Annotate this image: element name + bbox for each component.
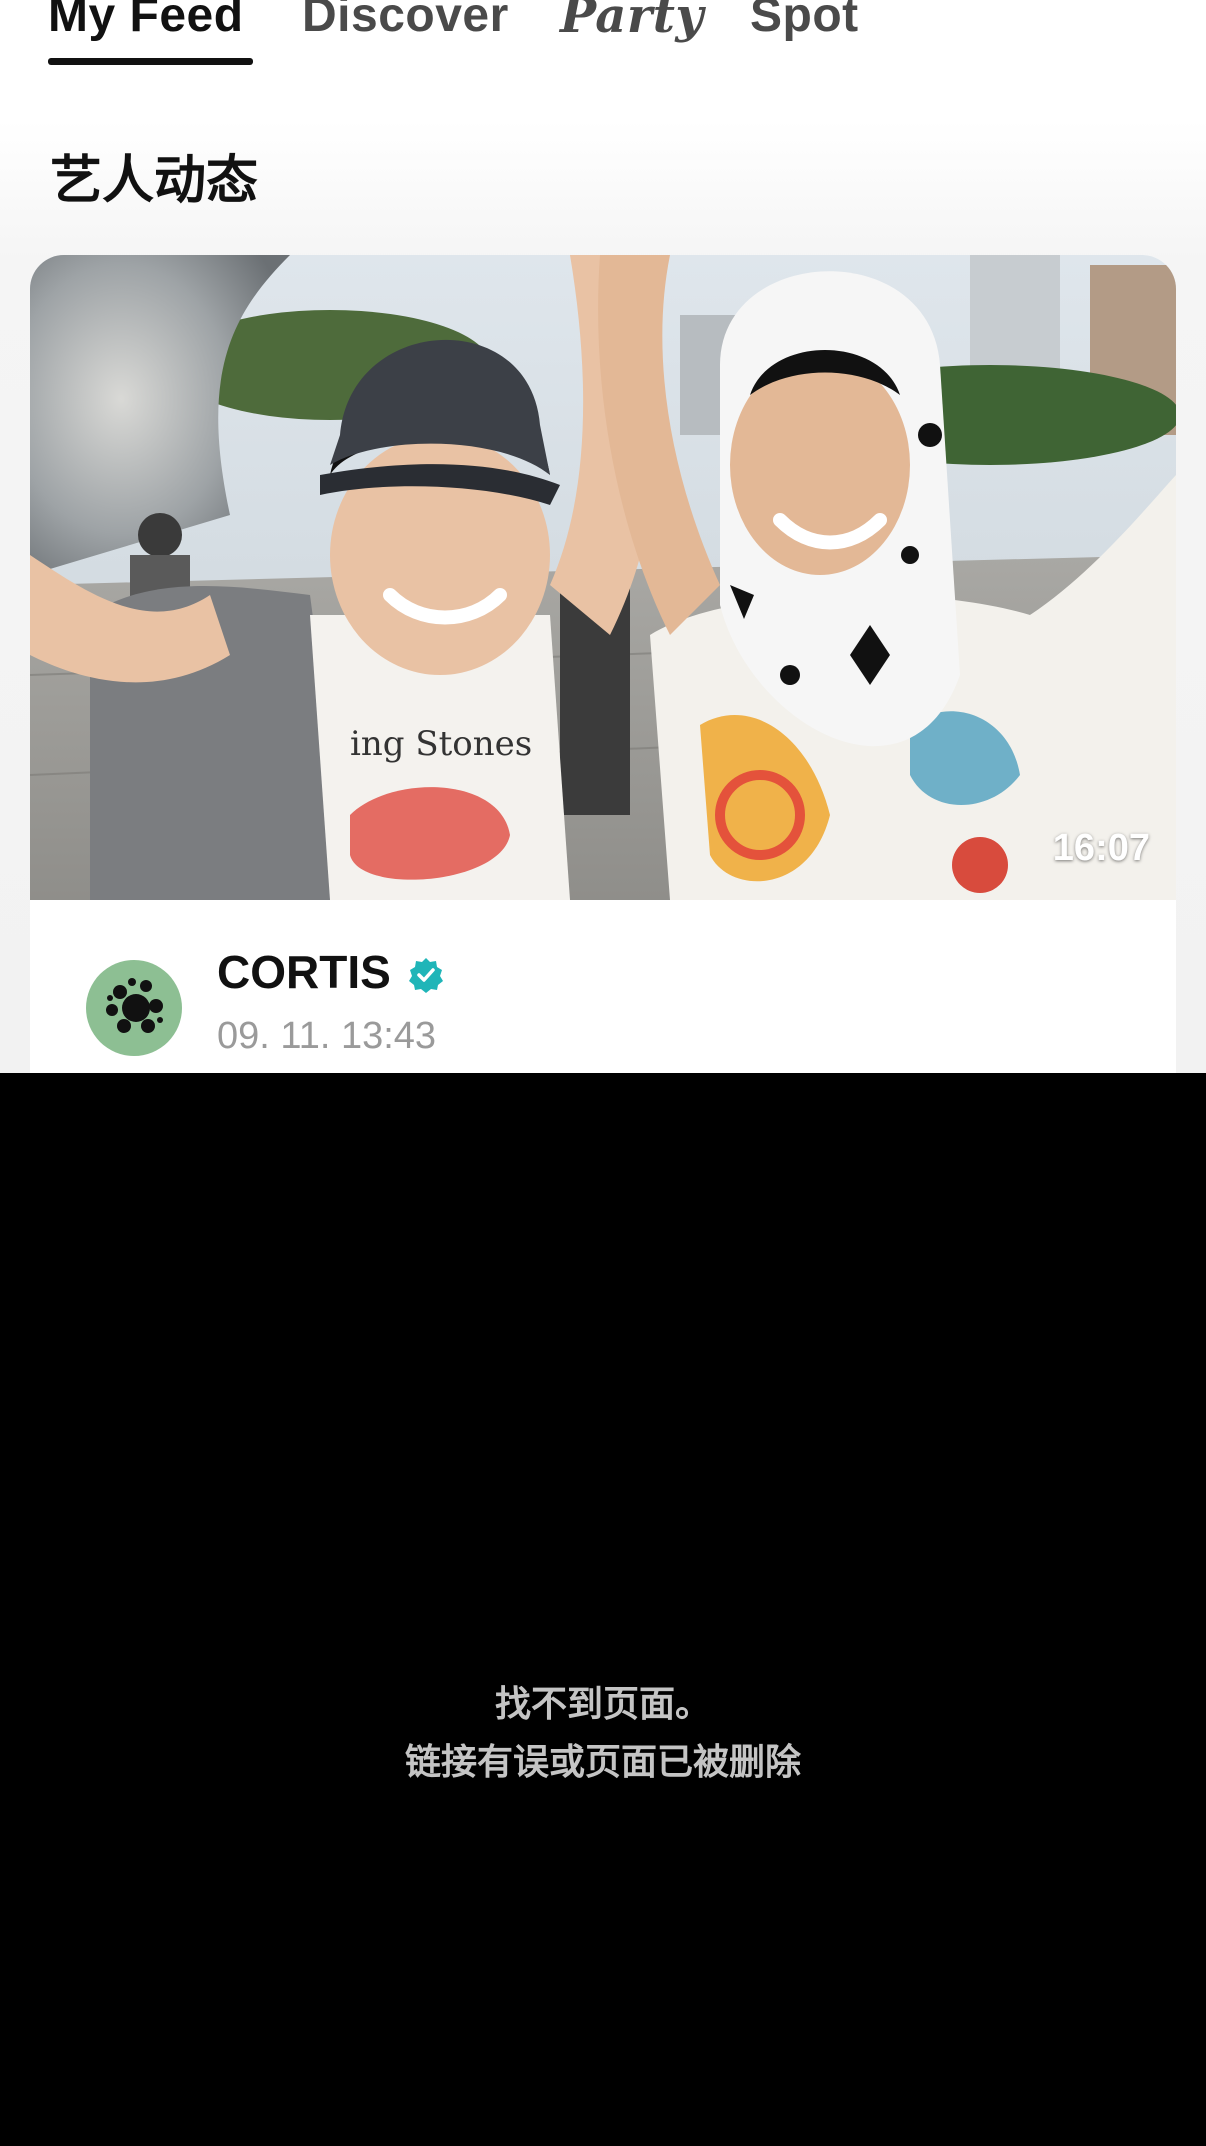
video-thumbnail[interactable]: ing Stones 16:07 xyxy=(30,255,1176,900)
tab-discover[interactable]: Discover xyxy=(302,0,509,43)
page-not-found-message: 找不到页面。 链接有误或页面已被删除 xyxy=(0,1676,1206,1792)
feed-panel: My Feed Discover Party Spot 艺人动态 ing Sto… xyxy=(0,0,1206,1073)
artist-avatar[interactable] xyxy=(86,960,182,1056)
error-description: 链接有误或页面已被删除 xyxy=(404,1742,801,1783)
error-title: 找不到页面。 xyxy=(494,1684,711,1725)
video-thumbnail-image: ing Stones xyxy=(30,255,1176,900)
active-tab-indicator xyxy=(48,58,253,65)
cortis-logo-icon xyxy=(106,978,163,1033)
post-timestamp: 09. 11. 13:43 xyxy=(217,1015,437,1057)
tab-spot[interactable]: Spot xyxy=(750,0,859,43)
verified-badge-icon xyxy=(409,958,443,993)
tab-party[interactable]: Party xyxy=(560,0,704,44)
post-card[interactable]: ing Stones 16:07 CORTIS 09. 11. 13:43 xyxy=(30,255,1176,1073)
section-title: 艺人动态 xyxy=(50,151,259,211)
tab-my-feed[interactable]: My Feed xyxy=(48,0,244,43)
video-duration: 16:07 xyxy=(1052,827,1150,869)
top-tab-bar: My Feed Discover Party Spot xyxy=(0,0,1206,70)
svg-text:ing Stones: ing Stones xyxy=(350,724,532,764)
artist-name[interactable]: CORTIS xyxy=(217,945,391,999)
